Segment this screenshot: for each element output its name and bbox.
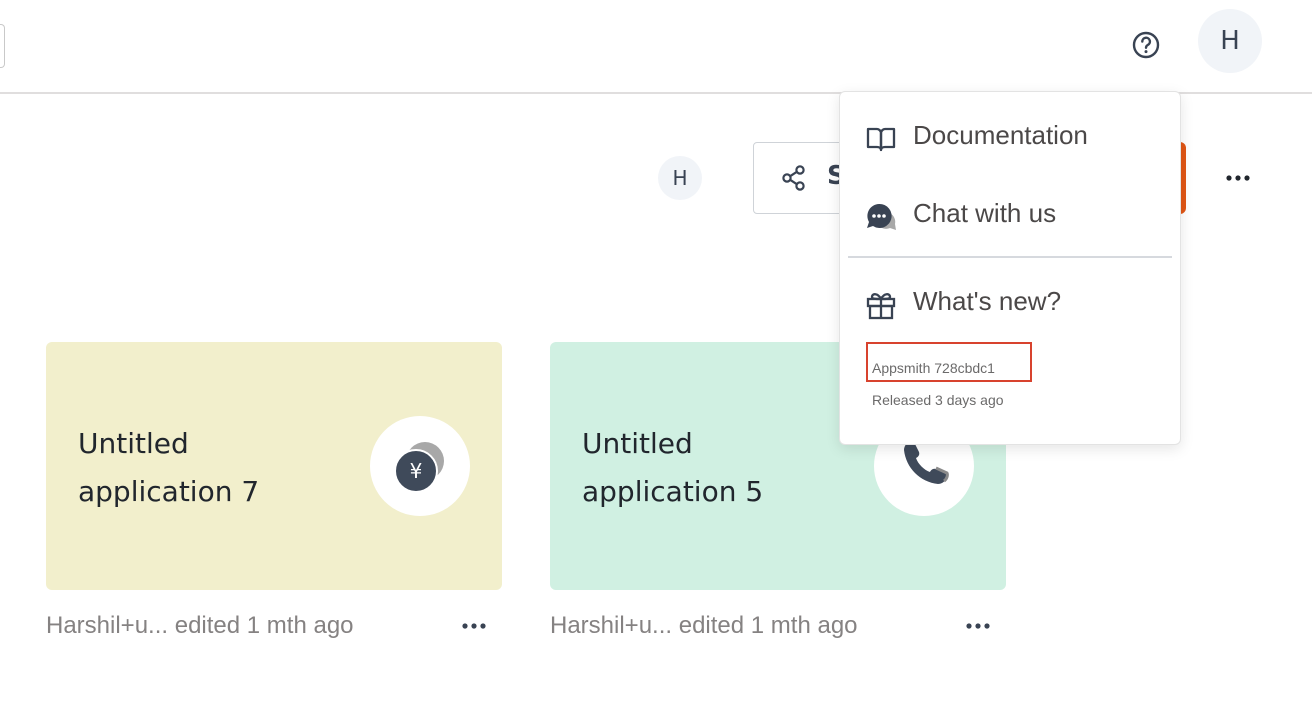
menu-divider [848, 256, 1172, 258]
menu-item-label: What's new? [913, 286, 1062, 316]
menu-item-whats-new[interactable]: What's new? [840, 272, 1180, 336]
member-avatar: H [658, 156, 702, 200]
release-date: Released 3 days ago [872, 392, 1004, 408]
book-icon [866, 127, 896, 152]
more-options-icon[interactable] [1222, 166, 1254, 190]
menu-item-label: Chat with us [913, 198, 1057, 228]
svg-text:¥: ¥ [410, 459, 423, 483]
app-meta: Harshil+u... edited 1 mth ago [46, 612, 354, 639]
help-menu: Documentation Chat with us What's new? A… [839, 91, 1181, 445]
app-card[interactable]: Untitled application 7 ¥ [46, 342, 502, 590]
search-input[interactable] [0, 24, 5, 68]
user-avatar[interactable]: H [1198, 9, 1262, 73]
share-icon [782, 165, 805, 191]
app-meta: Harshil+u... edited 1 mth ago [550, 612, 858, 639]
menu-item-label: Documentation [913, 120, 1088, 150]
help-icon[interactable] [1130, 29, 1162, 61]
chat-icon [867, 203, 896, 230]
menu-item-chat[interactable]: Chat with us [840, 184, 1180, 248]
app-title: Untitled application 7 [78, 427, 260, 508]
top-header: H [0, 0, 1312, 94]
version-label: Appsmith 728cbdc1 [872, 360, 995, 376]
app-icon-container: ¥ [370, 416, 470, 516]
gift-icon [866, 293, 896, 320]
app-title: Untitled application 5 [582, 427, 764, 508]
app-more-icon[interactable] [458, 614, 490, 638]
app-more-icon[interactable] [962, 614, 994, 638]
yen-coins-icon: ¥ [394, 442, 444, 493]
menu-item-documentation[interactable]: Documentation [840, 106, 1180, 170]
